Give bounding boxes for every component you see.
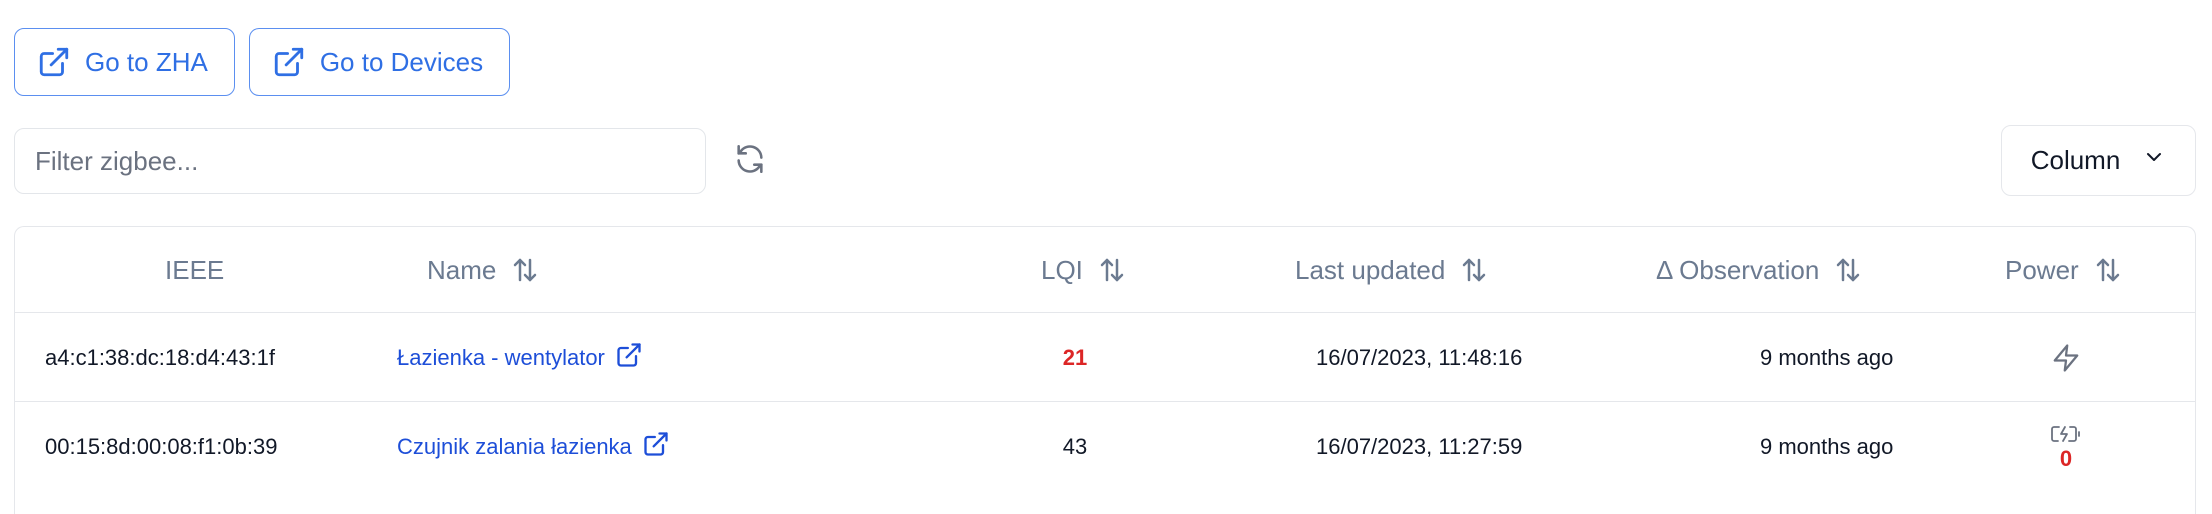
column-selector-label: Column (2030, 145, 2121, 175)
lqi-cell: 21 (1062, 344, 1088, 370)
lqi-cell: 43 (1062, 433, 1088, 459)
name-cell: Czujnik zalania łazienka (397, 402, 670, 491)
sort-icon (1459, 255, 1489, 285)
header-observation[interactable]: Δ Observation (1656, 227, 1863, 313)
header-power-label: Power (2005, 254, 2079, 285)
name-cell: Łazienka - wentylator (397, 313, 643, 402)
header-last-updated-label: Last updated (1295, 254, 1446, 285)
sort-icon (1097, 255, 1127, 285)
observation-cell: 9 months ago (1760, 433, 1894, 459)
power-cell: 0 (2031, 402, 2101, 491)
table-header: IEEE Name LQI Last updated Δ Observation… (15, 227, 2195, 313)
go-to-devices-label: Go to Devices (319, 46, 484, 77)
go-to-zha-button[interactable]: Go to ZHA (14, 28, 235, 96)
header-ieee: IEEE (165, 227, 224, 313)
chevron-down-icon (2142, 145, 2166, 176)
ieee-cell: 00:15:8d:00:08:f1:0b:39 (45, 433, 278, 459)
external-link-icon (642, 430, 670, 464)
devices-table: IEEE Name LQI Last updated Δ Observation… (14, 226, 2196, 514)
header-observation-label: Δ Observation (1656, 254, 1820, 285)
go-to-devices-button[interactable]: Go to Devices (248, 28, 511, 96)
observation-cell: 9 months ago (1760, 344, 1894, 370)
refresh-button[interactable] (730, 141, 770, 181)
top-toolbar: Go to ZHA Go to Devices (14, 28, 511, 96)
table-row: a4:c1:38:dc:18:d4:43:1f Łazienka - wenty… (15, 313, 2195, 402)
power-cell (2046, 313, 2086, 402)
ieee-cell: a4:c1:38:dc:18:d4:43:1f (45, 344, 275, 370)
device-link[interactable]: Łazienka - wentylator (397, 341, 643, 375)
header-name-label: Name (427, 254, 497, 285)
battery-charging-icon (2050, 423, 2082, 445)
header-name[interactable]: Name (427, 227, 540, 313)
filter-input[interactable] (14, 128, 706, 194)
zigbee-devices-page: Go to ZHA Go to Devices Column IEEE Name (0, 0, 2212, 514)
go-to-zha-label: Go to ZHA (85, 46, 208, 77)
battery-level: 0 (2059, 445, 2073, 471)
last-updated-cell: 16/07/2023, 11:27:59 (1316, 433, 1523, 459)
last-updated-cell: 16/07/2023, 11:48:16 (1316, 344, 1523, 370)
external-link-icon (37, 45, 71, 79)
sort-icon (510, 255, 540, 285)
external-link-icon (615, 341, 643, 375)
table-row: 00:15:8d:00:08:f1:0b:39 Czujnik zalania … (15, 402, 2195, 491)
refresh-icon (733, 142, 767, 181)
external-link-icon (272, 45, 306, 79)
header-lqi-label: LQI (1041, 254, 1083, 285)
header-power[interactable]: Power (2005, 227, 2123, 313)
header-ieee-label: IEEE (165, 254, 225, 285)
sort-icon (1833, 255, 1863, 285)
header-lqi[interactable]: LQI (1041, 227, 1127, 313)
header-last-updated[interactable]: Last updated (1295, 227, 1489, 313)
device-link[interactable]: Czujnik zalania łazienka (397, 430, 670, 464)
mains-power-icon (2051, 343, 2081, 373)
device-name: Łazienka - wentylator (397, 344, 605, 370)
column-selector-button[interactable]: Column (2001, 125, 2196, 196)
device-name: Czujnik zalania łazienka (397, 433, 632, 459)
sort-icon (2093, 255, 2123, 285)
